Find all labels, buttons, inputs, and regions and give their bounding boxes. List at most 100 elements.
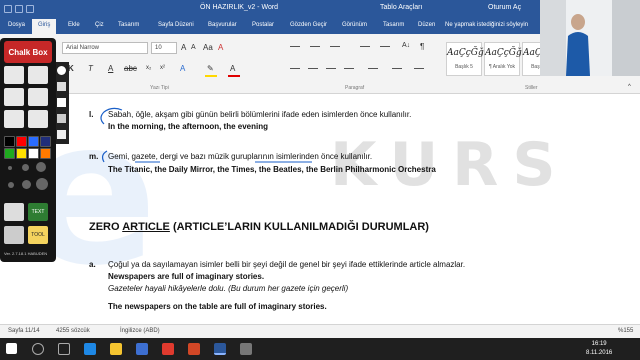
- sign-in-link[interactable]: Oturum Aç: [488, 4, 521, 11]
- taskbar: 16:19 8.11.2016: [0, 338, 640, 360]
- multilevel-icon[interactable]: [330, 46, 340, 47]
- tab-home[interactable]: Giriş: [32, 19, 57, 34]
- style-heading-5[interactable]: AaÇçĞğ Başlık 5: [446, 42, 484, 76]
- document-page[interactable]: e KURS l. Sabah, öğle, akşam gibi günün …: [0, 94, 640, 324]
- undo-icon[interactable]: [15, 5, 23, 13]
- numbering-icon[interactable]: [310, 46, 320, 47]
- app-icon[interactable]: [240, 343, 252, 355]
- highlight-color-bar: [205, 75, 217, 77]
- color-yellow-swatch[interactable]: [16, 148, 27, 159]
- chalkbox-taskbar-icon[interactable]: [162, 343, 174, 355]
- line-spacing-icon[interactable]: [368, 68, 378, 69]
- decrease-indent-icon[interactable]: [360, 46, 370, 47]
- size-dot[interactable]: [22, 180, 31, 189]
- style-no-spacing[interactable]: AaÇçĞğ ¶ Aralık Yok: [484, 42, 522, 76]
- windows-logo-button[interactable]: [4, 66, 24, 84]
- page-count[interactable]: Sayfa 11/14: [8, 328, 40, 334]
- tab-review[interactable]: Gözden Geçir: [290, 22, 327, 28]
- strikethrough-button[interactable]: abc: [124, 64, 137, 73]
- system-clock[interactable]: 16:19 8.11.2016: [586, 340, 612, 358]
- tab-references[interactable]: Başvurular: [208, 22, 237, 28]
- color-black-swatch[interactable]: [4, 136, 15, 147]
- tab-insert[interactable]: Ekle: [68, 22, 80, 28]
- change-case-icon[interactable]: Aa: [203, 43, 213, 52]
- tab-view[interactable]: Görünüm: [342, 22, 367, 28]
- close-icon[interactable]: [57, 130, 66, 139]
- font-name-box[interactable]: Arial Narrow: [62, 42, 148, 54]
- screen-button[interactable]: [4, 226, 24, 244]
- pen-button[interactable]: [28, 66, 48, 84]
- word-count[interactable]: 4255 sözcük: [56, 328, 90, 334]
- file-explorer-icon[interactable]: [110, 343, 122, 355]
- powerpoint-icon[interactable]: [188, 343, 200, 355]
- mouse-icon[interactable]: [57, 98, 66, 107]
- text-button[interactable]: TEXT: [28, 203, 48, 221]
- size-large-dot[interactable]: [36, 162, 46, 172]
- size-medium-dot[interactable]: [22, 164, 29, 171]
- windows-start-icon[interactable]: [6, 343, 17, 354]
- tab-draw[interactable]: Çiz: [95, 22, 104, 28]
- show-marks-icon[interactable]: ¶: [420, 42, 424, 51]
- color-blue-swatch[interactable]: [28, 136, 39, 147]
- store-icon[interactable]: [136, 343, 148, 355]
- font-size-box[interactable]: 10: [151, 42, 177, 54]
- sort-icon[interactable]: A↓: [402, 42, 410, 49]
- underline-button[interactable]: A: [108, 64, 113, 73]
- size-small-dot[interactable]: [8, 166, 12, 170]
- task-view-icon[interactable]: [58, 343, 70, 355]
- edge-icon[interactable]: [84, 343, 96, 355]
- size-dot[interactable]: [36, 178, 48, 190]
- align-left-icon[interactable]: [290, 68, 300, 69]
- table-tools-title: Tablo Araçları: [380, 4, 423, 11]
- save-icon[interactable]: [4, 5, 12, 13]
- borders-icon[interactable]: [414, 68, 424, 69]
- color-orange-swatch[interactable]: [40, 148, 51, 159]
- color-red-swatch[interactable]: [16, 136, 27, 147]
- zoom-level[interactable]: %155: [618, 328, 633, 334]
- italic-button[interactable]: T: [88, 64, 93, 73]
- color-green-swatch[interactable]: [4, 148, 15, 159]
- tab-layout[interactable]: Sayfa Düzeni: [158, 22, 194, 28]
- tab-mailings[interactable]: Postalar: [252, 22, 274, 28]
- clear-format-icon[interactable]: A: [218, 43, 223, 52]
- grow-font-icon[interactable]: A: [181, 43, 186, 52]
- word-taskbar-icon[interactable]: [214, 343, 226, 355]
- highlight-icon[interactable]: ✎: [207, 64, 214, 73]
- font-color-icon[interactable]: A: [230, 64, 235, 73]
- speaker-icon[interactable]: [57, 82, 66, 91]
- tab-table-layout[interactable]: Düzen: [418, 22, 435, 28]
- align-center-icon[interactable]: [308, 68, 318, 69]
- eraser-button[interactable]: [4, 110, 24, 128]
- collapse-ribbon-icon[interactable]: ^: [628, 84, 631, 90]
- superscript-button[interactable]: x²: [160, 65, 165, 71]
- search-icon[interactable]: [32, 343, 44, 355]
- size-dot[interactable]: [8, 182, 14, 188]
- justify-icon[interactable]: [344, 68, 354, 69]
- tools-button[interactable]: [4, 203, 24, 221]
- tell-me-box[interactable]: Ne yapmak istediğinizi söyleyin: [445, 22, 528, 28]
- shading-icon[interactable]: [392, 68, 402, 69]
- marker-button[interactable]: [4, 88, 24, 106]
- sun-icon[interactable]: [57, 66, 66, 75]
- tab-table-design[interactable]: Tasarım: [383, 22, 404, 28]
- subscript-button[interactable]: x₂: [146, 65, 151, 71]
- move-icon[interactable]: [57, 114, 66, 123]
- shrink-font-icon[interactable]: A: [191, 44, 196, 51]
- color-navy-swatch[interactable]: [40, 136, 51, 147]
- bullets-icon[interactable]: [290, 46, 300, 47]
- increase-indent-icon[interactable]: [380, 46, 390, 47]
- tab-file[interactable]: Dosya: [8, 22, 25, 28]
- tab-design[interactable]: Tasarım: [118, 22, 139, 28]
- color-white-swatch[interactable]: [28, 148, 39, 159]
- redo-icon[interactable]: [26, 5, 34, 13]
- brush-button[interactable]: [28, 88, 48, 106]
- style-preview: AaÇçĞğ: [447, 48, 484, 58]
- language-indicator[interactable]: İngilizce (ABD): [120, 328, 160, 334]
- align-right-icon[interactable]: [326, 68, 336, 69]
- text-effects-icon[interactable]: A: [180, 64, 185, 73]
- shapes-button[interactable]: [28, 110, 48, 128]
- paragraph-group-label: Paragraf: [345, 85, 365, 91]
- status-bar: Sayfa 11/14 4255 sözcük İngilizce (ABD) …: [0, 324, 640, 338]
- tool-button[interactable]: TOOL: [28, 226, 48, 244]
- ink-stroke: [100, 107, 123, 125]
